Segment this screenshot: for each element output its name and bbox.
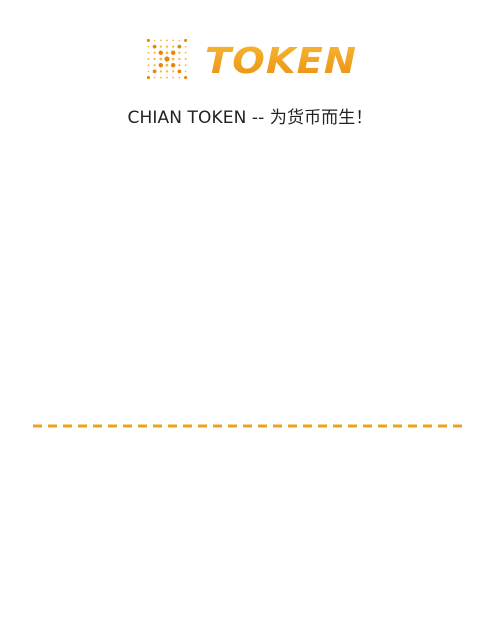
page: TOKEN CHIAN TOKEN -- 为货币而生！: [0, 0, 500, 625]
dot-burst-icon: [146, 38, 188, 80]
burst-dot: [146, 76, 150, 80]
burst-dot: [159, 57, 163, 61]
token-logo-graphic: TOKEN: [146, 38, 357, 82]
burst-dot: [158, 50, 164, 56]
burst-dot: [184, 51, 187, 54]
burst-dot: [159, 45, 162, 48]
burst-dot: [165, 70, 169, 73]
burst-dot: [178, 51, 181, 54]
burst-dot: [153, 39, 156, 42]
burst-dot: [147, 45, 150, 48]
burst-dot: [165, 63, 169, 67]
burst-dot: [178, 64, 181, 67]
burst-dot: [153, 64, 156, 67]
burst-dot: [166, 39, 168, 42]
burst-dot: [178, 39, 181, 42]
tagline: CHIAN TOKEN -- 为货币而生！: [127, 108, 373, 128]
burst-dot: [165, 45, 169, 48]
burst-dot: [159, 76, 162, 79]
burst-dot: [184, 38, 188, 42]
burst-dot: [166, 76, 168, 79]
burst-dot: [147, 58, 150, 60]
burst-dot: [172, 45, 175, 48]
burst-dot: [184, 64, 187, 67]
burst-dot: [153, 76, 156, 79]
burst-dot: [147, 70, 150, 73]
burst-dot: [184, 76, 188, 80]
burst-dot: [147, 51, 150, 54]
dashed-divider-line: [33, 424, 467, 428]
burst-dot: [172, 70, 175, 73]
burst-dot: [172, 76, 175, 79]
burst-dot: [178, 76, 181, 79]
token-logo: TOKEN: [143, 35, 363, 85]
burst-dot: [184, 70, 187, 73]
burst-dot: [159, 70, 162, 73]
burst-dot: [153, 57, 156, 61]
burst-dot: [172, 39, 175, 42]
burst-dot: [177, 44, 182, 49]
burst-dot: [164, 56, 170, 62]
burst-dot: [178, 57, 181, 61]
burst-dot: [158, 62, 164, 68]
burst-dot: [146, 38, 150, 42]
burst-dot: [171, 57, 175, 61]
burst-dot: [159, 39, 162, 42]
burst-dot: [165, 51, 169, 55]
burst-dot: [152, 69, 157, 74]
dashed-divider: [33, 424, 467, 428]
burst-dot: [153, 51, 156, 54]
burst-dot: [147, 64, 150, 67]
burst-dot: [152, 44, 157, 49]
burst-dot: [170, 50, 176, 56]
burst-dot: [184, 58, 187, 60]
burst-dot: [177, 69, 182, 74]
burst-dot: [170, 62, 176, 68]
logo-wordmark: TOKEN: [205, 41, 357, 82]
burst-dot: [184, 45, 187, 48]
